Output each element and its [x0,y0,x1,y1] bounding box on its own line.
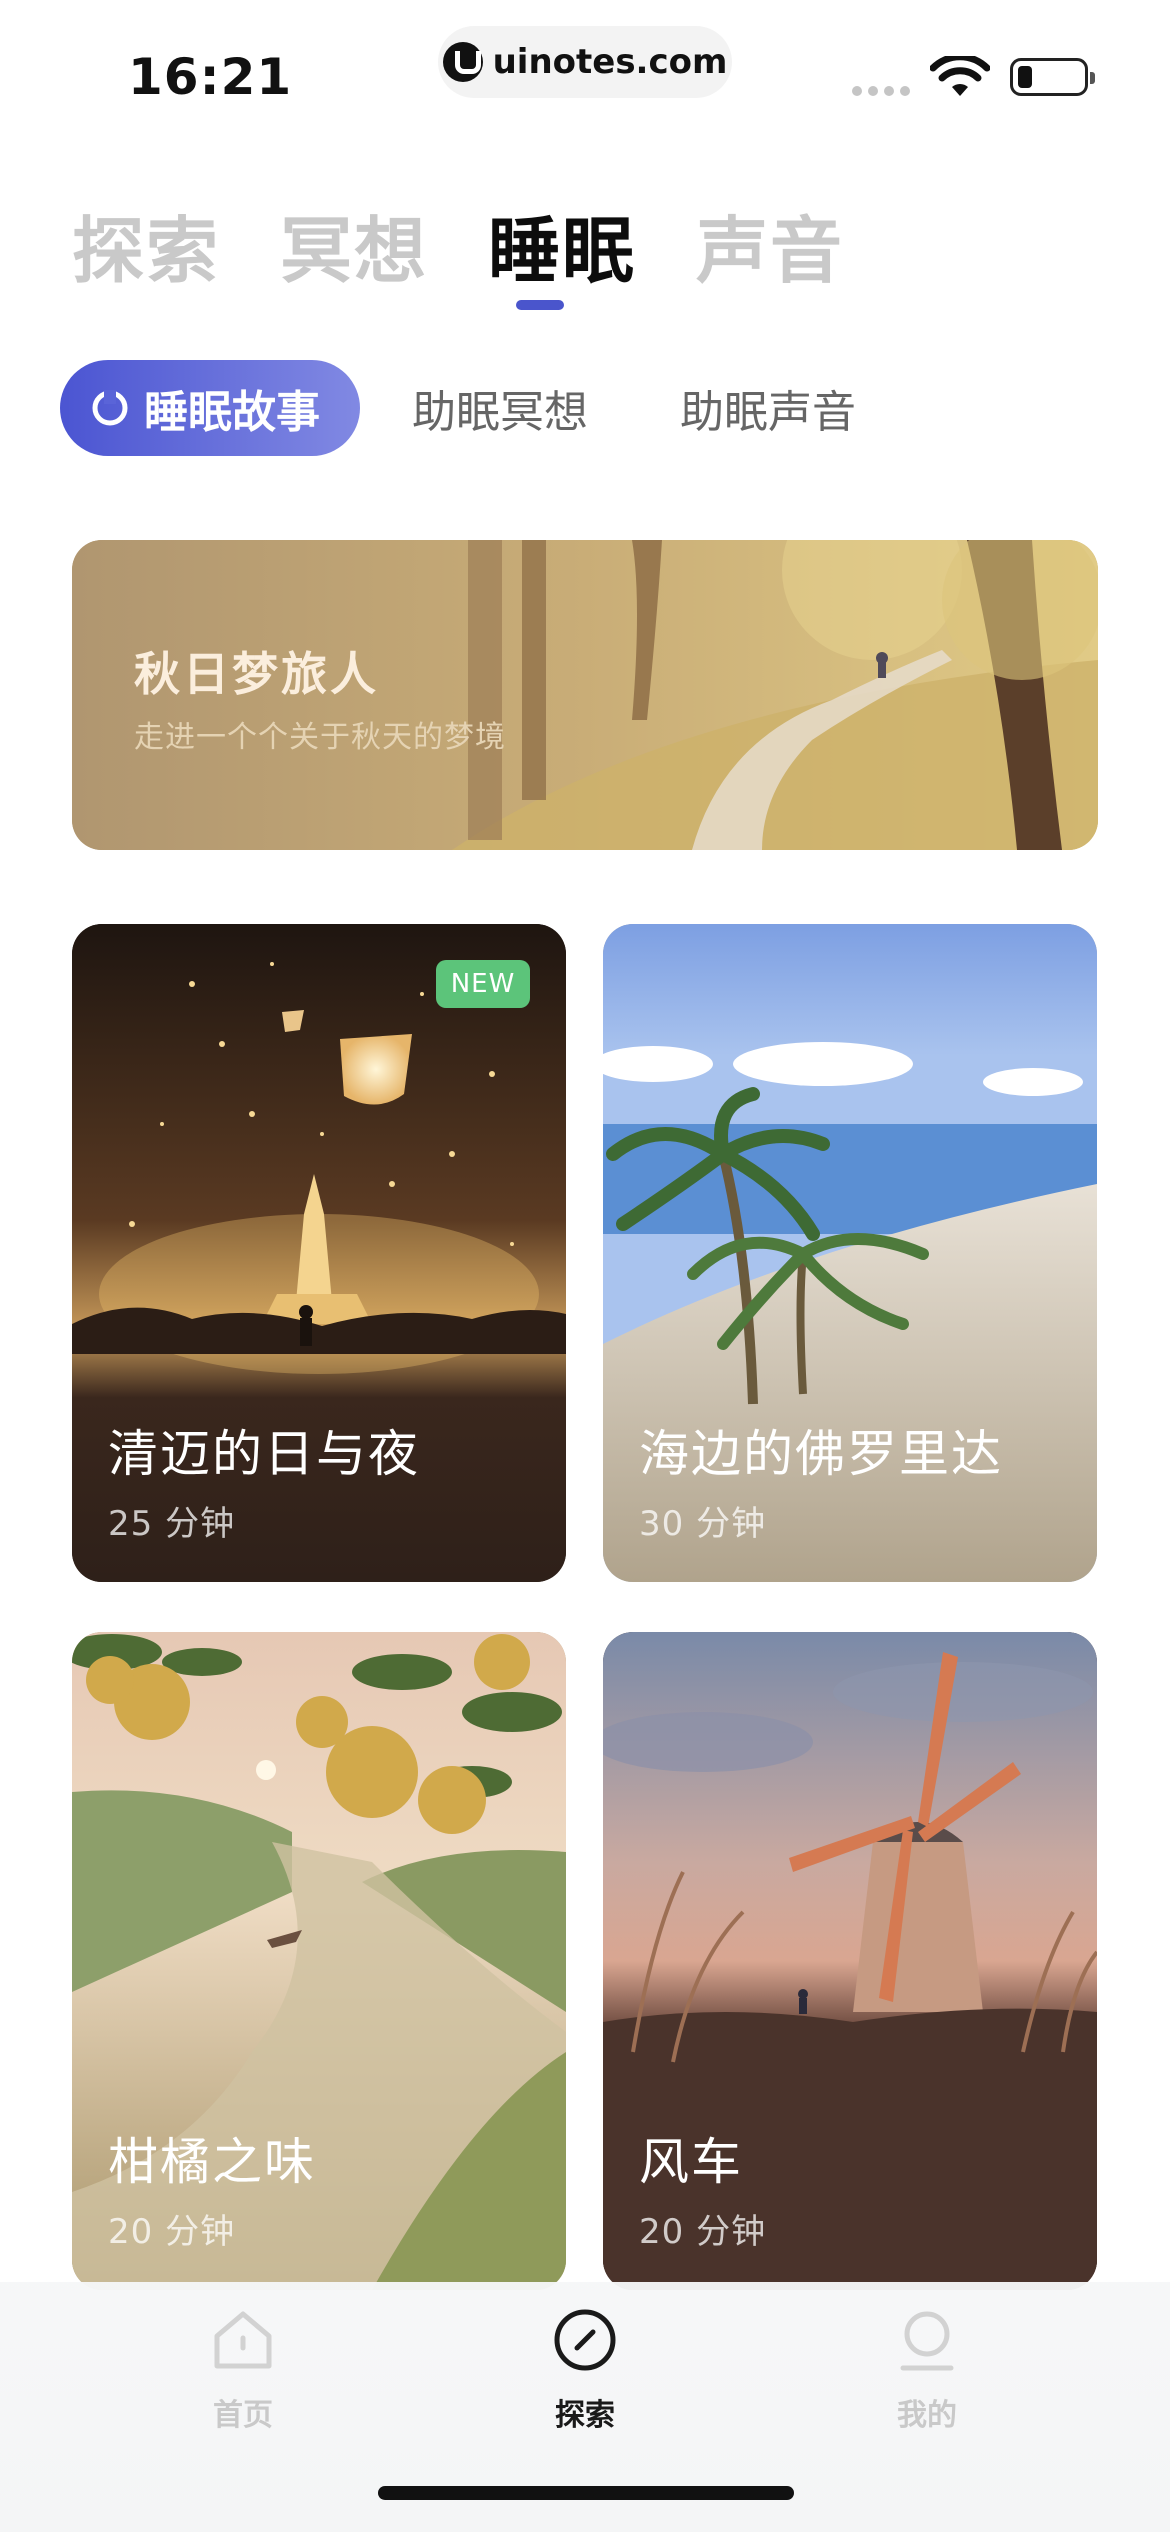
card-title: 海边的佛罗里达 [639,1425,1003,1483]
story-card[interactable]: 海边的佛罗里达 30 分钟 [603,924,1097,1582]
card-duration: 25 分钟 [108,1504,236,1544]
story-card[interactable]: 风车 20 分钟 [603,1632,1097,2290]
subtab-sleep-meditation[interactable]: 助眠冥想 [412,376,588,440]
nav-explore[interactable]: 探索 [510,2308,660,2434]
story-card[interactable]: 柑橘之味 20 分钟 [72,1632,566,2290]
card-duration: 20 分钟 [639,2212,767,2252]
subtab-sleep-sounds[interactable]: 助眠声音 [680,376,856,440]
card-duration: 20 分钟 [108,2212,236,2252]
moon-icon [92,390,128,426]
subtab-label: 睡眠故事 [144,387,320,438]
banner-subtitle: 走进一个个关于秋天的梦境 [134,720,506,755]
profile-icon [900,2311,954,2371]
home-icon [214,2311,272,2369]
status-time: 16:21 [128,48,293,106]
site-logo-icon [442,42,483,82]
sub-tabs: 睡眠故事 助眠冥想 助眠声音 [60,360,948,456]
featured-banner[interactable]: 秋日梦旅人 走进一个个关于秋天的梦境 [72,540,1098,850]
main-tabs: 探索 冥想 睡眠 声音 [72,192,904,297]
nav-profile[interactable]: 我的 [852,2308,1002,2434]
subtab-sleep-stories[interactable]: 睡眠故事 [60,360,360,456]
url-text: uinotes.com [492,42,728,82]
nav-label: 我的 [897,2398,957,2433]
card-title: 柑橘之味 [108,2133,316,2191]
status-bar: 16:21 uinotes.com [0,0,1170,130]
compass-icon [554,2309,616,2371]
nav-home[interactable]: 首页 [168,2308,318,2434]
story-card[interactable]: NEW 清迈的日与夜 25 分钟 [72,924,566,1582]
nav-label: 探索 [555,2398,615,2433]
nav-label: 首页 [213,2398,273,2433]
home-indicator [378,2486,794,2500]
tab-sound[interactable]: 声音 [696,192,844,297]
battery-icon [1010,58,1095,96]
banner-title: 秋日梦旅人 [134,647,379,701]
card-duration: 30 分钟 [639,1504,767,1544]
tab-meditation[interactable]: 冥想 [280,192,428,297]
tab-sleep[interactable]: 睡眠 [488,192,636,297]
cellular-signal-icon [852,86,910,96]
tab-explore[interactable]: 探索 [72,192,220,297]
card-title: 清迈的日与夜 [108,1425,420,1483]
wifi-icon [930,56,990,96]
url-pill[interactable]: uinotes.com [438,26,732,98]
new-badge: NEW [436,960,530,1008]
active-tab-indicator [516,300,564,310]
card-title: 风车 [639,2133,743,2191]
